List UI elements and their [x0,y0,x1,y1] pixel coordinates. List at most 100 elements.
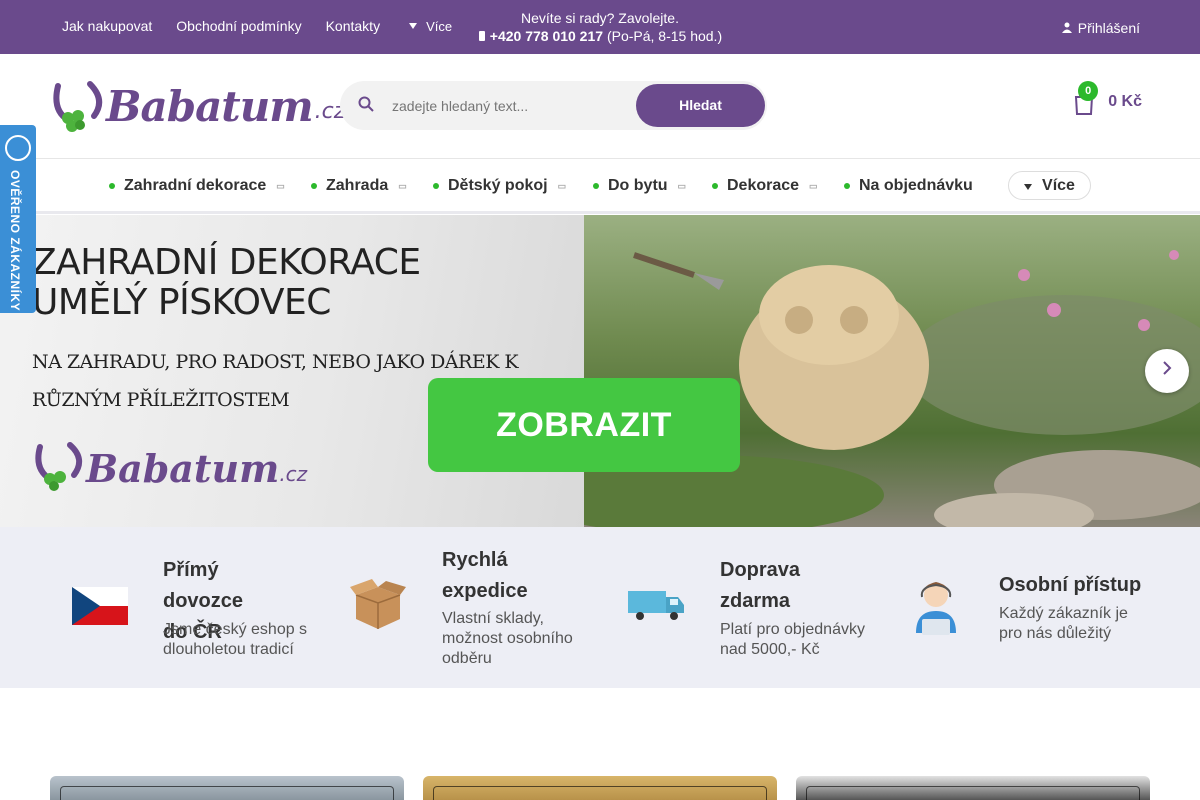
hero-title: ZAHRADNÍ DEKORACE UMĚLÝ PÍSKOVEC [32,243,421,323]
login-link[interactable]: Přihlášení [1061,20,1140,36]
carousel-next-button[interactable] [1145,349,1189,393]
hero-title-line1: ZAHRADNÍ DEKORACE [32,242,421,283]
category-card[interactable] [796,776,1150,800]
benefits-strip: Přímý dovozce do ČR Jsme český eshop s d… [0,527,1200,688]
site-logo[interactable]: Babatum .cz [50,80,345,132]
nav-item-zahradni-dekorace[interactable]: Zahradní dekorace ▭ [109,177,285,195]
benefit-desc: Jsme český eshop s dlouholetou tradicí [163,620,323,660]
help-phone-line: +420 778 010 217 (Po-Pá, 8-15 hod.) [0,27,1200,45]
nav-bullet [712,183,718,189]
chevron-right-icon [1162,361,1172,379]
horseshoe-clover-icon [50,80,106,132]
nav-bullet [433,183,439,189]
hero-subtitle-line1: NA ZAHRADU, PRO RADOST, NEBO JAKO DÁREK … [32,351,519,373]
chevron-down-icon: ▭ [557,180,567,191]
search-button[interactable]: Hledat [636,84,765,127]
benefit-title-line: Doprava [720,559,801,581]
nav-item-na-objednavku[interactable]: Na objednávku [844,177,973,195]
nav-label: Dekorace [727,177,800,194]
phone-icon [478,28,490,44]
chevron-down-icon: ▭ [276,180,285,191]
nav-label: Dětský pokoj [448,177,548,194]
hero-logo-wordmark: Babatum [86,446,280,491]
hero-banner[interactable]: ZAHRADNÍ DEKORACE UMĚLÝ PÍSKOVEC NA ZAHR… [0,215,1200,527]
search-input[interactable] [392,95,622,117]
benefit-desc-line: Jsme český eshop s [163,621,308,638]
benefit-title: Doprava zdarma [720,555,800,617]
hero-image [524,215,1200,527]
nav-bullet [109,183,115,189]
benefit-title-line: Osobní přístup [999,574,1142,596]
help-line: Nevíte si rady? Zavolejte. [521,10,679,26]
benefit-desc: Každý zákazník je pro nás důležitý [999,604,1169,644]
site-header: Babatum .cz Hledat 0 0 Kč [0,54,1200,159]
nav-more-label: Více [1042,176,1075,194]
chevron-down-icon [1024,177,1033,195]
benefit-desc-line: Platí pro objednávky [720,621,865,638]
benefit-title-line: zdarma [720,590,791,612]
chevron-down-icon: ▭ [809,180,818,191]
verified-customers-badge[interactable]: OVĚŘENO ZÁKAZNÍKY [0,125,36,313]
cart-total: 0 Kč [1108,93,1142,110]
box-icon [350,579,408,637]
benefit-item: Přímý dovozce do ČR Jsme český eshop s d… [0,527,307,688]
hero-title-line2: UMĚLÝ PÍSKOVEC [32,282,331,323]
nav-bullet [593,183,599,189]
category-cards [0,776,1200,800]
nav-bullet [311,183,317,189]
user-icon [1061,20,1072,36]
nav-bullet [844,183,850,189]
nav-item-dekorace[interactable]: Dekorace ▭ [712,177,818,195]
chevron-down-icon: ▭ [398,180,407,191]
benefit-desc: Platí pro objednávky nad 5000,- Kč [720,620,890,660]
benefit-desc-line: odběru [442,650,492,667]
shopping-bag-icon: 0 [1072,81,1099,116]
benefit-title: Osobní přístup [999,570,1141,601]
nav-more-button[interactable]: Více [1008,171,1091,200]
main-nav: Zahradní dekorace ▭ Zahrada ▭ Dětský pok… [0,159,1200,214]
benefit-desc-line: Každý zákazník je [999,605,1128,622]
card-frame [433,786,767,800]
cart-widget[interactable]: 0 0 Kč [1072,81,1142,116]
search-bar: Hledat [340,81,767,130]
top-bar: Jak nakupovat Obchodní podmínky Kontakty… [0,0,1200,54]
category-card[interactable] [423,776,777,800]
nav-label: Zahradní dekorace [124,177,267,194]
login-label: Přihlášení [1077,20,1140,36]
chevron-down-icon: ▭ [677,180,687,191]
nav-item-zahrada[interactable]: Zahrada ▭ [311,177,407,195]
benefit-desc-line: Vlastní sklady, [442,610,544,627]
benefit-desc-line: možnost osobního [442,630,573,647]
benefit-title-line: expedice [442,580,528,602]
card-frame [806,786,1140,800]
benefit-item: Rychlá expedice Vlastní sklady, možnost … [300,527,600,688]
benefit-title-line: Rychlá [442,549,508,571]
nav-label: Na objednávku [859,177,973,194]
nav-item-do-bytu[interactable]: Do bytu ▭ [593,177,686,195]
nav-label: Do bytu [608,177,668,194]
verified-seal-icon [5,135,31,161]
horseshoe-clover-icon [34,441,86,496]
benefit-title: Rychlá expedice [442,545,528,607]
benefit-title-line: Přímý dovozce [163,559,244,612]
benefit-desc: Vlastní sklady, možnost osobního odběru [442,609,602,669]
hero-logo: Babatum .cz [34,441,307,496]
benefit-item: Doprava zdarma Platí pro objednávky nad … [600,527,900,688]
truck-icon [628,585,688,643]
benefit-item: Osobní přístup Každý zákazník je pro nás… [900,527,1200,688]
phone-number[interactable]: +420 778 010 217 [490,28,603,44]
benefit-desc-line: dlouholetou tradicí [163,641,294,658]
hero-cta-button[interactable]: ZOBRAZIT [428,378,740,472]
benefit-desc-line: pro nás důležitý [999,625,1112,642]
help-block: Nevíte si rady? Zavolejte. +420 778 010 … [0,9,1200,45]
benefit-desc-line: nad 5000,- Kč [720,641,820,658]
category-card[interactable] [50,776,404,800]
nav-label: Zahrada [326,177,389,194]
verified-label: OVĚŘENO ZÁKAZNÍKY [8,170,22,312]
czech-flag-icon [72,587,130,645]
card-frame [60,786,394,800]
nav-item-detsky-pokoj[interactable]: Dětský pokoj ▭ [433,177,566,195]
search-icon [358,96,374,117]
hero-logo-tld: .cz [279,461,308,486]
phone-hours: (Po-Pá, 8-15 hod.) [606,28,723,44]
